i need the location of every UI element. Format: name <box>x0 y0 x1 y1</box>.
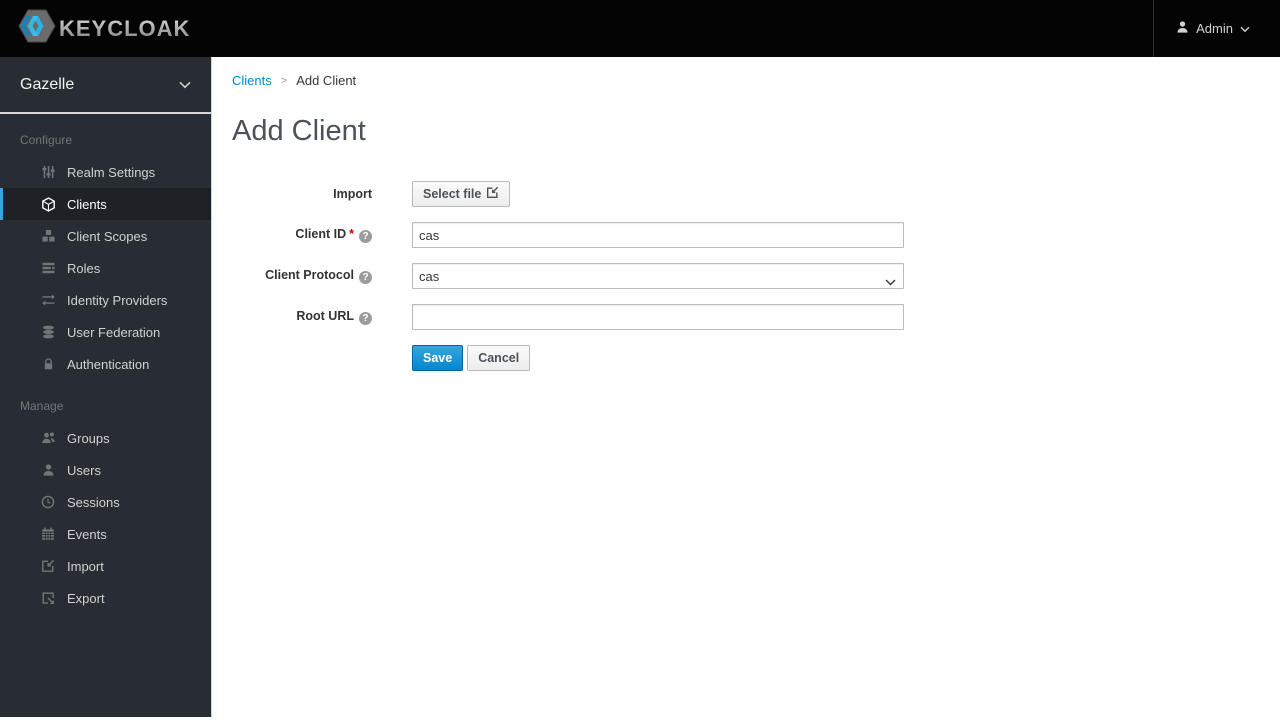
sidebar-item-groups[interactable]: Groups <box>0 422 211 454</box>
sidebar-item-authentication[interactable]: Authentication <box>0 348 211 380</box>
import-icon <box>40 559 56 573</box>
calendar-icon <box>40 527 56 541</box>
import-file-icon <box>486 186 499 202</box>
lock-icon <box>40 357 56 371</box>
help-icon[interactable]: ? <box>359 312 372 325</box>
user-icon <box>1176 20 1189 37</box>
save-button[interactable]: Save <box>412 345 464 371</box>
root-url-input[interactable] <box>412 304 904 330</box>
required-asterisk: * <box>349 227 354 241</box>
breadcrumb-link-clients[interactable]: Clients <box>232 73 272 88</box>
select-file-button[interactable]: Select file <box>412 181 511 207</box>
sidebar: Gazelle Configure Realm Settings Clients… <box>0 57 212 717</box>
export-icon <box>40 591 56 605</box>
chevron-down-icon <box>179 76 191 94</box>
section-label-manage: Manage <box>20 399 64 413</box>
admin-user-menu[interactable]: Admin <box>1153 0 1280 57</box>
list-icon <box>40 261 56 275</box>
help-icon[interactable]: ? <box>359 230 372 243</box>
breadcrumb: Clients > Add Client <box>232 73 1260 88</box>
main-content: Clients > Add Client Add Client Import S… <box>212 57 1280 720</box>
import-label: Import <box>333 187 372 201</box>
chevron-down-icon <box>1240 21 1250 36</box>
groups-icon <box>40 431 56 445</box>
sidebar-item-roles[interactable]: Roles <box>0 252 211 284</box>
sidebar-item-client-scopes[interactable]: Client Scopes <box>0 220 211 252</box>
cancel-button[interactable]: Cancel <box>467 345 531 371</box>
sidebar-item-events[interactable]: Events <box>0 518 211 550</box>
exchange-icon <box>40 293 56 307</box>
client-id-label: Client ID *? <box>232 227 372 243</box>
sidebar-item-import[interactable]: Import <box>0 550 211 582</box>
sidebar-item-export[interactable]: Export <box>0 582 211 614</box>
breadcrumb-separator: > <box>280 74 288 87</box>
add-client-form: Import Select file Client ID *? cas Clie… <box>232 181 1260 371</box>
cubes-icon <box>40 229 56 243</box>
form-actions: Save Cancel <box>412 345 1260 371</box>
root-url-row: Root URL? <box>232 304 1260 330</box>
client-protocol-label: Client Protocol? <box>232 268 372 284</box>
root-url-label: Root URL? <box>232 309 372 325</box>
realm-name: Gazelle <box>20 75 75 93</box>
sidebar-item-realm-settings[interactable]: Realm Settings <box>0 156 211 188</box>
page-title: Add Client <box>232 115 366 147</box>
user-icon <box>40 463 56 477</box>
keycloak-hexagon-icon <box>18 9 56 48</box>
keycloak-logo[interactable]: KEYCLOAK <box>0 9 190 48</box>
help-icon[interactable]: ? <box>359 271 372 284</box>
realm-selector[interactable]: Gazelle <box>0 57 211 114</box>
client-id-input[interactable] <box>412 222 904 248</box>
sidebar-item-sessions[interactable]: Sessions <box>0 486 211 518</box>
sliders-icon <box>40 165 56 179</box>
brand-wordmark: KEYCLOAK <box>59 15 191 41</box>
top-navbar: KEYCLOAK Admin <box>0 0 1280 57</box>
breadcrumb-current: Add Client <box>296 73 357 88</box>
sidebar-item-users[interactable]: Users <box>0 454 211 486</box>
database-icon <box>40 325 56 339</box>
section-label-configure: Configure <box>20 133 73 147</box>
client-protocol-row: Client Protocol? cas <box>232 263 1260 289</box>
sidebar-item-user-federation[interactable]: User Federation <box>0 316 211 348</box>
cube-icon <box>40 196 56 212</box>
clock-icon <box>40 495 56 509</box>
sidebar-item-identity-providers[interactable]: Identity Providers <box>0 284 211 316</box>
client-id-row: Client ID *? <box>232 222 1260 248</box>
client-protocol-select[interactable]: cas <box>412 263 904 289</box>
import-row: Import Select file <box>232 181 1260 207</box>
user-label: Admin <box>1196 21 1233 36</box>
sidebar-item-clients[interactable]: Clients <box>0 188 211 220</box>
